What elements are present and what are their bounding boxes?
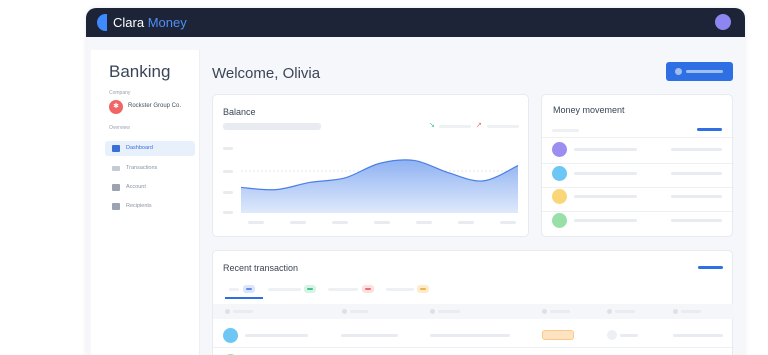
x-tick-label bbox=[458, 221, 474, 224]
movement-amount-placeholder bbox=[671, 148, 722, 151]
brand-word-money: Money bbox=[147, 15, 187, 30]
logo-icon bbox=[97, 14, 107, 31]
sidebar: Banking Company ✱ Rockster Group Co. Ove… bbox=[91, 50, 200, 355]
list-icon bbox=[112, 166, 120, 171]
movement-avatar bbox=[552, 213, 567, 228]
tab-pending[interactable] bbox=[386, 284, 436, 296]
x-tick-label bbox=[500, 221, 516, 224]
money-movement-card: Money movement bbox=[541, 94, 734, 237]
y-tick-label bbox=[223, 191, 233, 194]
view-all-link[interactable] bbox=[697, 128, 722, 131]
sidebar-title: Banking bbox=[109, 62, 171, 81]
sidebar-item-transactions[interactable]: Transactions bbox=[105, 161, 195, 176]
movement-name-placeholder bbox=[574, 219, 637, 222]
sidebar-item-account[interactable]: Account bbox=[105, 180, 195, 195]
x-tick-label bbox=[416, 221, 432, 224]
recent-transaction-card: Recent transaction bbox=[212, 250, 734, 355]
sidebar-item-recipients[interactable]: Recipients bbox=[105, 199, 195, 214]
app-window: Clara Money Banking Company ✱ Rockster G… bbox=[86, 8, 745, 355]
divider bbox=[213, 347, 734, 348]
view-all-link[interactable] bbox=[698, 266, 723, 269]
button-icon bbox=[675, 68, 682, 75]
movement-amount-placeholder bbox=[671, 219, 722, 222]
movement-amount-placeholder bbox=[671, 195, 722, 198]
divider bbox=[542, 163, 734, 164]
company-caption: Company bbox=[109, 90, 131, 96]
brand-name[interactable]: Clara Money bbox=[113, 14, 187, 31]
tab-all[interactable] bbox=[227, 284, 261, 296]
movement-avatar bbox=[552, 166, 567, 181]
home-icon bbox=[112, 145, 120, 152]
x-tick-label bbox=[332, 221, 348, 224]
sidebar-item-label: Dashboard bbox=[126, 145, 153, 151]
sidebar-item-label: Account bbox=[126, 184, 146, 190]
company-selector[interactable]: ✱ Rockster Group Co. bbox=[109, 100, 199, 114]
table-header bbox=[213, 304, 734, 319]
x-tick-label bbox=[290, 221, 306, 224]
y-tick-label bbox=[223, 211, 233, 214]
y-tick-label bbox=[223, 147, 233, 150]
divider bbox=[542, 187, 734, 188]
row-avatar bbox=[223, 328, 238, 343]
tab-outgoing[interactable] bbox=[328, 284, 378, 296]
people-icon bbox=[112, 203, 120, 210]
divider bbox=[542, 137, 734, 138]
movement-name-placeholder bbox=[574, 172, 637, 175]
primary-action-button[interactable] bbox=[666, 62, 733, 81]
balance-area bbox=[241, 159, 518, 213]
sidebar-item-label: Recipients bbox=[126, 203, 152, 209]
active-tab-indicator bbox=[225, 297, 263, 299]
x-tick-label bbox=[374, 221, 390, 224]
x-tick-label bbox=[248, 221, 264, 224]
user-avatar[interactable] bbox=[715, 14, 731, 30]
movement-amount-placeholder bbox=[671, 172, 722, 175]
sidebar-item-label: Transactions bbox=[126, 165, 158, 171]
movement-name-placeholder bbox=[574, 195, 637, 198]
button-label-placeholder bbox=[686, 70, 723, 73]
balance-chart bbox=[223, 147, 519, 224]
balance-card: Balance ↘ ↗ bbox=[212, 94, 529, 237]
y-tick-label bbox=[223, 170, 233, 173]
bank-icon bbox=[112, 184, 120, 191]
company-name: Rockster Group Co. bbox=[128, 103, 182, 109]
tab-incoming[interactable] bbox=[268, 284, 320, 296]
movement-avatar bbox=[552, 189, 567, 204]
recent-transaction-title: Recent transaction bbox=[223, 263, 299, 273]
movement-name-placeholder bbox=[574, 148, 637, 151]
table-row[interactable] bbox=[213, 351, 734, 355]
brand-word-clara: Clara bbox=[113, 15, 145, 30]
overview-caption: Overview bbox=[109, 125, 130, 131]
money-movement-title: Money movement bbox=[553, 105, 625, 115]
table-row[interactable] bbox=[213, 325, 734, 345]
page-title: Welcome, Olivia bbox=[212, 65, 321, 82]
status-badge bbox=[542, 330, 574, 340]
top-bar: Clara Money bbox=[86, 8, 745, 37]
company-logo-icon: ✱ bbox=[109, 100, 123, 114]
sidebar-item-dashboard[interactable]: Dashboard bbox=[105, 141, 195, 156]
divider bbox=[542, 211, 734, 212]
column-header-placeholder bbox=[552, 129, 579, 132]
movement-avatar bbox=[552, 142, 567, 157]
